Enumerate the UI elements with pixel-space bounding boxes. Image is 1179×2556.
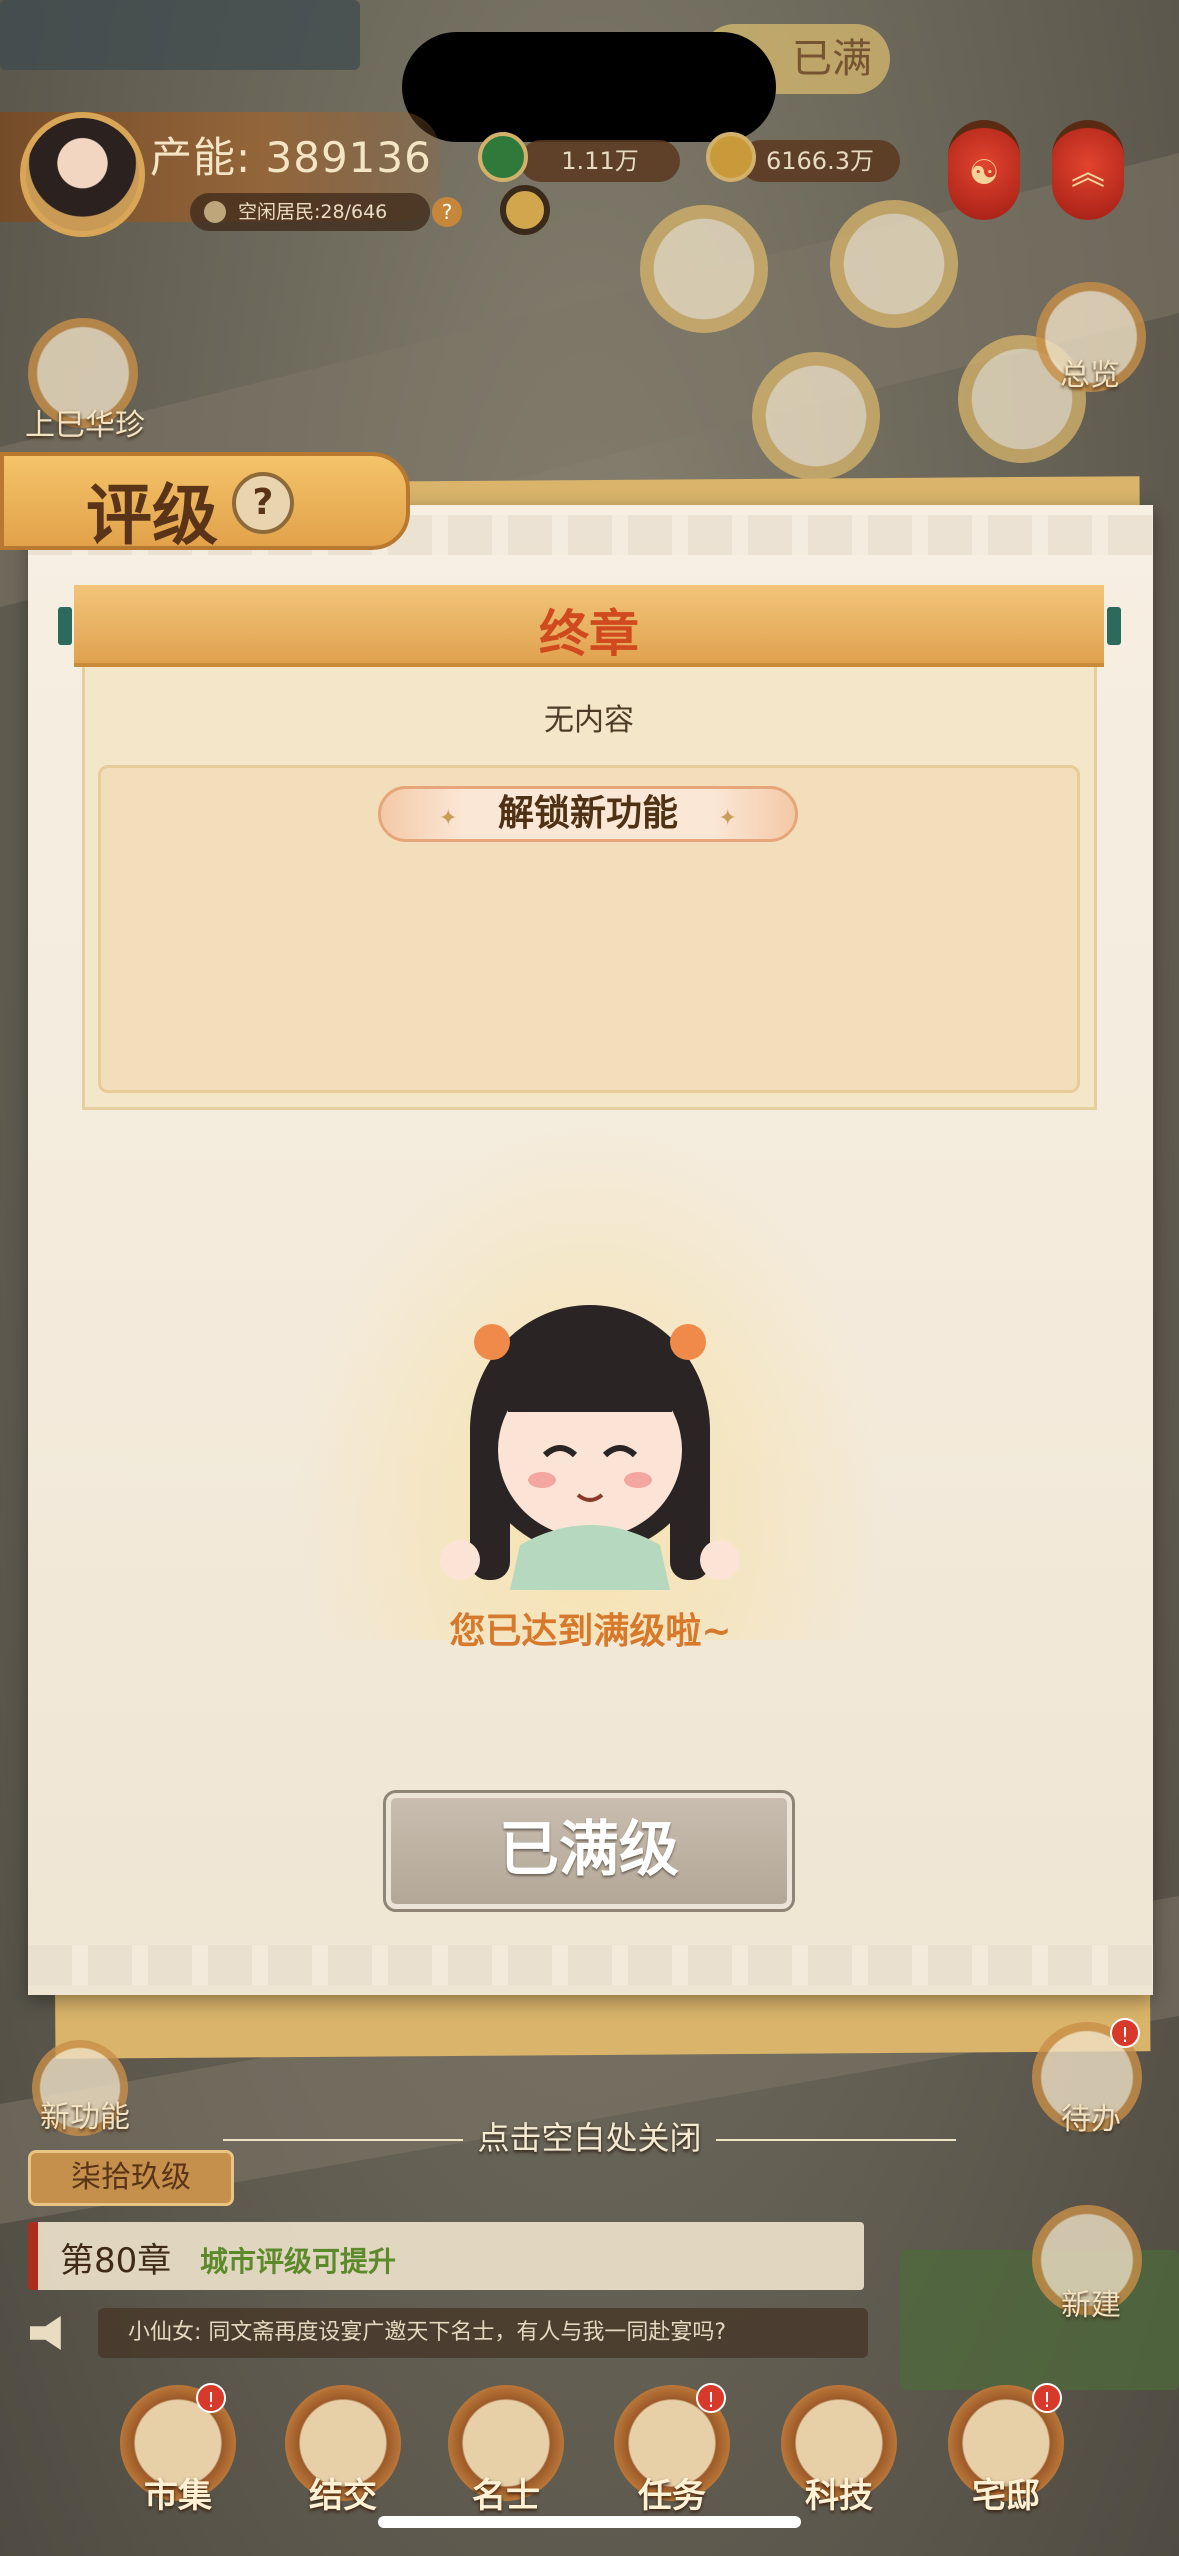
idle-residents-text: 空闲居民:28/646	[238, 201, 388, 223]
new-feature-label: 新功能	[40, 2100, 130, 2135]
unlock-features-label: 解锁新功能	[497, 793, 678, 834]
nav-friends-label: 结交	[309, 2476, 377, 2516]
lantern-swirl-icon: ☯	[968, 153, 1000, 193]
max-level-button[interactable]: 已满级	[383, 1790, 795, 1912]
divider-line	[715, 2139, 956, 2141]
residents-help-icon[interactable]: ?	[432, 197, 462, 227]
city-rank-badge[interactable]: 柒拾玖级	[28, 2150, 234, 2206]
nav-market-label: 市集	[144, 2476, 212, 2516]
chapter-number: 第80章	[60, 2241, 172, 2281]
festival-event-label: 上巳华珍	[25, 408, 145, 443]
sparkle-icon: ✦	[439, 806, 458, 831]
device-notch	[402, 32, 776, 142]
unlock-features-header: ✦ 解锁新功能 ✦	[378, 786, 798, 842]
todo-label: 待办	[1061, 2102, 1121, 2137]
home-indicator[interactable]	[378, 2516, 801, 2528]
max-level-message: 您已达到满级啦~	[449, 1611, 732, 1652]
todo-badge: !	[1110, 2018, 1140, 2048]
chapter-upgrade-hint: 城市评级可提升	[200, 2245, 397, 2278]
map-food-marker[interactable]	[830, 200, 958, 328]
coin-resource-icon	[706, 132, 756, 182]
lantern-button-1[interactable]: ☯	[948, 120, 1020, 220]
nav-tasks-badge: !	[696, 2383, 726, 2413]
production-label: 产能: 389136	[150, 133, 432, 182]
mascot-girl-illustration	[440, 1305, 740, 1590]
header-cap-right	[1107, 607, 1121, 645]
wheel-icon[interactable]	[500, 185, 550, 235]
lantern-chevron-up-icon: ︽	[1071, 153, 1105, 193]
nav-tasks-label: 任务	[638, 2476, 706, 2516]
lantern-button-2[interactable]: ︽	[1052, 120, 1124, 220]
sparkle-icon: ✦	[718, 806, 737, 831]
no-content-text: 无内容	[544, 703, 634, 738]
resource-pill-1: 1.11万	[520, 140, 680, 182]
header-cap-left	[58, 607, 72, 645]
nav-market-badge: !	[196, 2383, 226, 2413]
build-label: 新建	[1061, 2288, 1121, 2323]
divider-line	[223, 2139, 464, 2141]
paper-bottom-pattern	[28, 1945, 1153, 1985]
resource-pill-2: 6166.3万	[740, 140, 900, 182]
modal-title: 评级	[86, 476, 218, 554]
close-hint-text: 点击空白处关闭	[477, 2119, 702, 2157]
resident-icon	[204, 201, 226, 223]
chat-message-bar[interactable]: 小仙女: 同文斋再度设宴广邀天下名士，有人与我一同赴宴吗?	[98, 2308, 868, 2358]
nav-mansion-badge: !	[1032, 2383, 1062, 2413]
rating-help-icon[interactable]: ?	[232, 472, 294, 534]
jade-resource-icon	[478, 132, 528, 182]
idle-residents-pill: 空闲居民:28/646	[190, 193, 430, 231]
nav-tech-label: 科技	[805, 2476, 873, 2516]
nav-mansion-label: 宅邸	[972, 2476, 1040, 2516]
map-food-marker[interactable]	[640, 205, 768, 333]
overview-label: 总览	[1060, 358, 1120, 393]
chapter-title: 终章	[539, 604, 639, 663]
player-avatar[interactable]	[20, 112, 145, 237]
nav-scholars-label: 名士	[472, 2476, 540, 2516]
map-umbrella-marker[interactable]	[752, 352, 880, 480]
